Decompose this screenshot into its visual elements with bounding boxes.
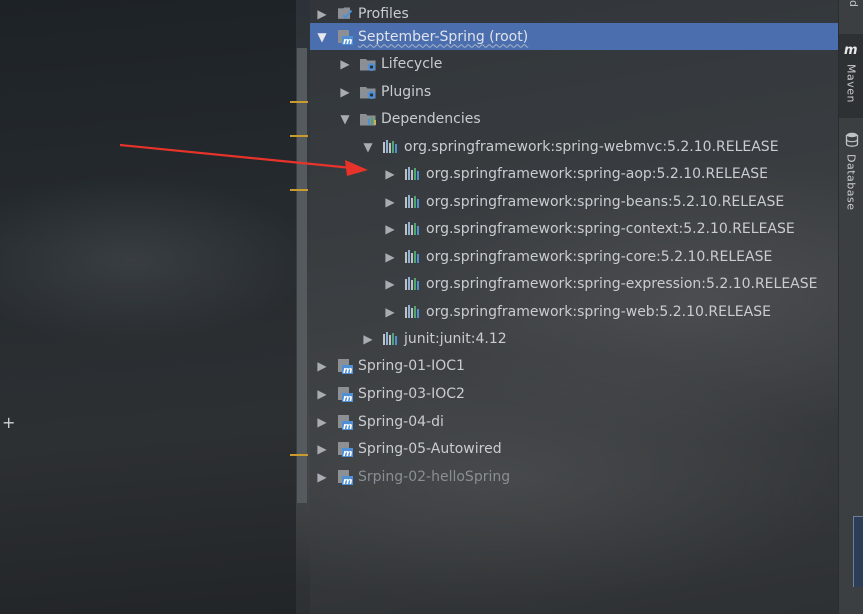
editor-area[interactable]: + xyxy=(0,0,296,614)
profiles-icon xyxy=(336,5,354,23)
tree-row-label: Dependencies xyxy=(381,110,481,127)
database-tab-label: Database xyxy=(844,154,858,211)
expand-arrow-icon[interactable]: ▶ xyxy=(337,85,353,99)
expand-arrow-icon[interactable]: ▶ xyxy=(382,305,398,319)
tree-row[interactable]: ▼ org.springframework:spring-webmvc:5.2.1… xyxy=(310,133,838,160)
library-icon xyxy=(382,330,400,348)
library-icon xyxy=(404,248,422,266)
maven-tab[interactable]: m Maven xyxy=(839,34,863,118)
expand-arrow-icon[interactable]: ▶ xyxy=(314,415,330,429)
library-icon xyxy=(382,138,400,156)
library-icon xyxy=(404,275,422,293)
tree-row-label: org.springframework:spring-aop:5.2.10.RE… xyxy=(426,165,769,182)
collapse-arrow-icon[interactable]: ▼ xyxy=(337,112,353,126)
tree-row-label: Lifecycle xyxy=(381,55,443,72)
tree-row[interactable]: ▼ m September-Spring (root) xyxy=(310,23,838,50)
svg-text:m: m xyxy=(343,422,352,431)
tree-row-label: org.springframework:spring-webmvc:5.2.10… xyxy=(404,138,779,155)
lifecycle-folder-icon xyxy=(359,55,377,73)
svg-text:m: m xyxy=(343,477,352,486)
tree-row-label: junit:junit:4.12 xyxy=(404,330,507,347)
library-icon xyxy=(404,303,422,321)
tree-row[interactable]: ▶ m Srping-02-helloSpring xyxy=(310,463,838,490)
expand-arrow-icon[interactable]: ▶ xyxy=(314,470,330,484)
maven-module-icon: m xyxy=(336,385,354,404)
library-icon xyxy=(404,220,422,238)
gutter-marker[interactable] xyxy=(290,101,308,103)
tree-row[interactable]: ▶ Lifecycle xyxy=(310,50,838,77)
build-tab-label: ld xyxy=(847,0,860,8)
expand-arrow-icon[interactable]: ▶ xyxy=(382,195,398,209)
svg-text:m: m xyxy=(343,37,352,46)
tree-row-label: org.springframework:spring-core:5.2.10.R… xyxy=(426,248,773,265)
database-icon xyxy=(845,132,859,147)
tree-row-label: Spring-04-di xyxy=(358,413,444,430)
tree-row[interactable]: ▶ junit:junit:4.12 xyxy=(310,325,838,352)
maven-module-icon: m xyxy=(336,28,354,47)
expand-arrow-icon[interactable]: ▶ xyxy=(360,332,376,346)
gutter-marker[interactable] xyxy=(290,189,308,191)
svg-text:m: m xyxy=(343,449,352,458)
maven-module-icon: m xyxy=(336,413,354,432)
library-icon xyxy=(404,165,422,183)
tree-row[interactable]: ▶ Plugins xyxy=(310,78,838,105)
tree-row[interactable]: ▶ m Spring-03-IOC2 xyxy=(310,380,838,407)
expand-arrow-icon[interactable]: ▶ xyxy=(382,222,398,236)
editor-scrollbar[interactable] xyxy=(296,48,307,503)
gutter-marker[interactable] xyxy=(290,135,308,137)
corner-widget[interactable] xyxy=(853,516,863,587)
tree-row-label: September-Spring (root) xyxy=(358,28,529,45)
tree-row[interactable]: ▶ org.springframework:spring-beans:5.2.10… xyxy=(310,188,838,215)
expand-arrow-icon[interactable]: ▶ xyxy=(337,57,353,71)
collapse-arrow-icon[interactable]: ▼ xyxy=(360,140,376,154)
tree-row[interactable]: ▶ m Spring-01-IOC1 xyxy=(310,352,838,379)
expand-arrow-icon[interactable]: ▶ xyxy=(314,387,330,401)
tree-row-label: org.springframework:spring-context:5.2.1… xyxy=(426,220,795,237)
tree-row[interactable]: ▶ org.springframework:spring-web:5.2.10.R… xyxy=(310,298,838,325)
expand-arrow-icon[interactable]: ▶ xyxy=(382,277,398,291)
build-tab[interactable]: ld xyxy=(839,0,863,18)
maven-module-icon: m xyxy=(336,440,354,459)
tree-row[interactable]: ▼ Dependencies xyxy=(310,105,838,132)
maven-m-icon: m xyxy=(844,43,858,56)
svg-text:m: m xyxy=(343,366,352,375)
gutter-marker[interactable] xyxy=(290,454,308,456)
tree-row[interactable]: ▶ m Spring-04-di xyxy=(310,408,838,435)
expand-arrow-icon[interactable]: ▶ xyxy=(382,250,398,264)
library-icon xyxy=(404,193,422,211)
tree-row-label: Spring-03-IOC2 xyxy=(358,385,465,402)
tree-row-label: Spring-01-IOC1 xyxy=(358,357,465,374)
expand-arrow-icon[interactable]: ▶ xyxy=(314,442,330,456)
plugins-folder-icon xyxy=(359,83,377,101)
svg-text:m: m xyxy=(844,43,858,56)
expand-arrow-icon[interactable]: ▶ xyxy=(382,167,398,181)
tree-row-label: Plugins xyxy=(381,83,432,100)
tree-row-label: org.springframework:spring-expression:5.… xyxy=(426,275,818,292)
tree-row[interactable]: ▶ org.springframework:spring-context:5.2.… xyxy=(310,215,838,242)
expand-arrow-icon[interactable]: ▶ xyxy=(314,7,330,21)
database-tab[interactable]: Database xyxy=(839,128,863,218)
tree-row[interactable]: ▶ org.springframework:spring-expression:5… xyxy=(310,270,838,297)
expand-arrow-icon[interactable]: ▶ xyxy=(314,359,330,373)
maven-tab-label: Maven xyxy=(844,64,858,103)
maven-module-icon: m xyxy=(336,468,354,487)
tree-row-label: Spring-05-Autowired xyxy=(358,440,502,457)
svg-text:m: m xyxy=(343,394,352,403)
tree-row-label: Profiles xyxy=(358,5,409,22)
tree-row[interactable]: ▶ org.springframework:spring-aop:5.2.10.R… xyxy=(310,160,838,187)
collapse-arrow-icon[interactable]: ▼ xyxy=(314,30,330,44)
maven-module-icon: m xyxy=(336,357,354,376)
tree-row-label: org.springframework:spring-beans:5.2.10.… xyxy=(426,193,785,210)
tree-row-label: Srping-02-helloSpring xyxy=(358,468,511,485)
tree-row[interactable]: ▶ m Spring-05-Autowired xyxy=(310,435,838,462)
tree-row-label: org.springframework:spring-web:5.2.10.RE… xyxy=(426,303,771,320)
tree-row[interactable]: ▶ org.springframework:spring-core:5.2.10.… xyxy=(310,243,838,270)
add-icon[interactable]: + xyxy=(2,414,15,432)
dependencies-folder-icon xyxy=(359,110,377,128)
